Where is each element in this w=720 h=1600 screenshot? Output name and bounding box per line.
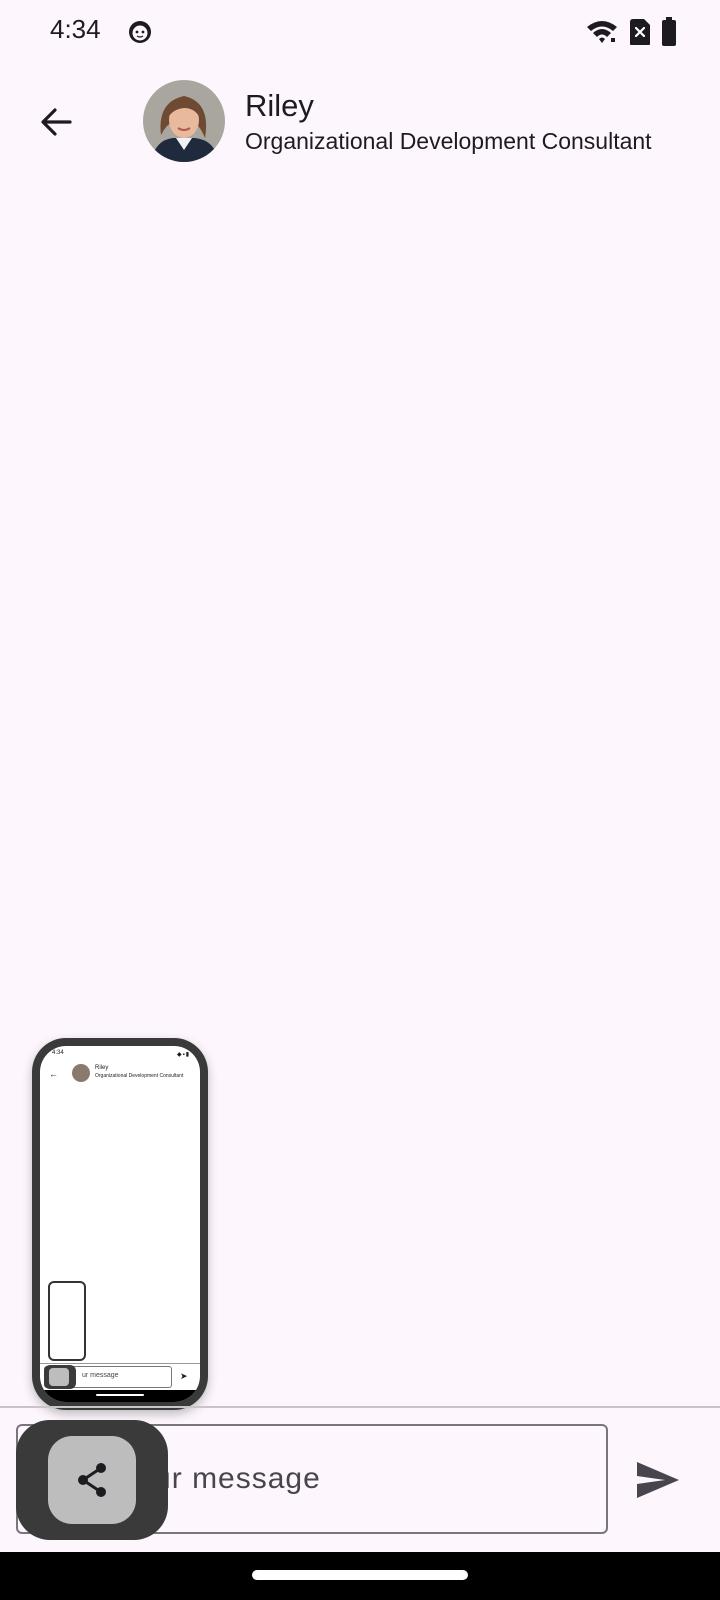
preview-divider — [40, 1363, 200, 1364]
share-button[interactable] — [48, 1436, 136, 1524]
back-button[interactable] — [26, 92, 86, 152]
send-icon — [637, 1462, 679, 1498]
arrow-back-icon — [41, 108, 72, 136]
send-button[interactable] — [628, 1450, 688, 1510]
composer-divider — [0, 1406, 720, 1408]
preview-avatar — [72, 1064, 90, 1082]
share-icon — [78, 1463, 106, 1497]
preview-contact-name: Riley — [95, 1065, 109, 1071]
preview-back-icon: ← — [49, 1069, 58, 1079]
preview-status-icons: ◆▪▮ — [176, 1052, 190, 1058]
wifi-icon — [587, 21, 617, 43]
preview-send-icon: ➤ — [180, 1371, 188, 1381]
avatar-photo — [143, 80, 225, 162]
preview-nav-pill — [96, 1394, 144, 1396]
android-debug-icon — [129, 21, 151, 43]
preview-nested-thumbnail — [48, 1281, 86, 1361]
preview-input-text: ur message — [82, 1372, 119, 1379]
home-gesture-pill[interactable] — [252, 1570, 468, 1580]
preview-status-time: 4:34 — [52, 1050, 64, 1056]
screenshot-preview[interactable]: 4:34 ◆▪▮ ← Riley Organizational Developm… — [32, 1038, 208, 1410]
no-sim-icon — [630, 19, 650, 45]
chat-header: Riley Organizational Development Consult… — [0, 64, 720, 176]
status-time: 4:34 — [50, 14, 101, 44]
preview-share-icon — [49, 1368, 69, 1386]
battery-full-icon — [662, 17, 676, 46]
preview-contact-role: Organizational Development Consultant — [95, 1073, 184, 1079]
contact-name: Riley — [245, 88, 314, 123]
chat-screen: 4:34 Riley Organizational Development Co… — [0, 0, 720, 1600]
contact-avatar[interactable] — [143, 80, 225, 162]
status-bar: 4:34 — [0, 0, 720, 64]
contact-role: Organizational Development Consultant — [245, 128, 652, 154]
preview-nav-bar — [40, 1390, 200, 1402]
screenshot-preview-content: 4:34 ◆▪▮ ← Riley Organizational Developm… — [40, 1046, 200, 1402]
